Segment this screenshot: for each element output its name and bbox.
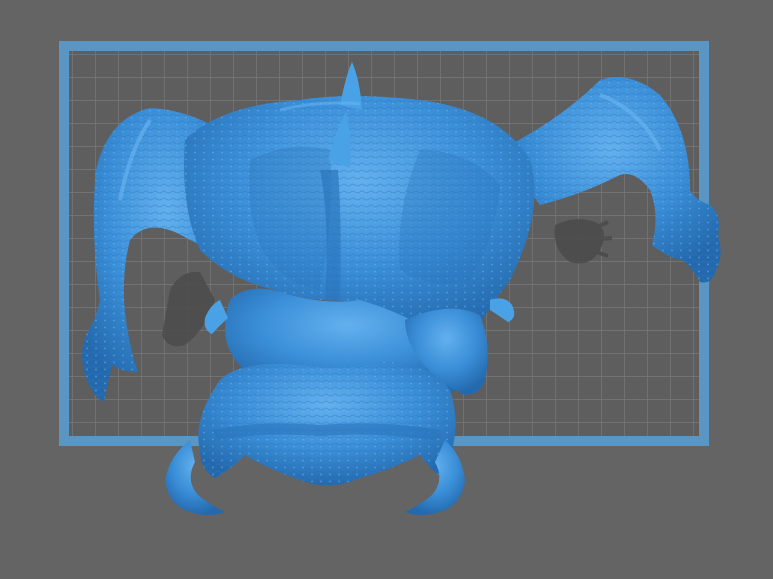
model-head-texture [198, 361, 456, 486]
scene-canvas[interactable] [0, 0, 773, 579]
3d-viewport[interactable] [0, 0, 773, 579]
